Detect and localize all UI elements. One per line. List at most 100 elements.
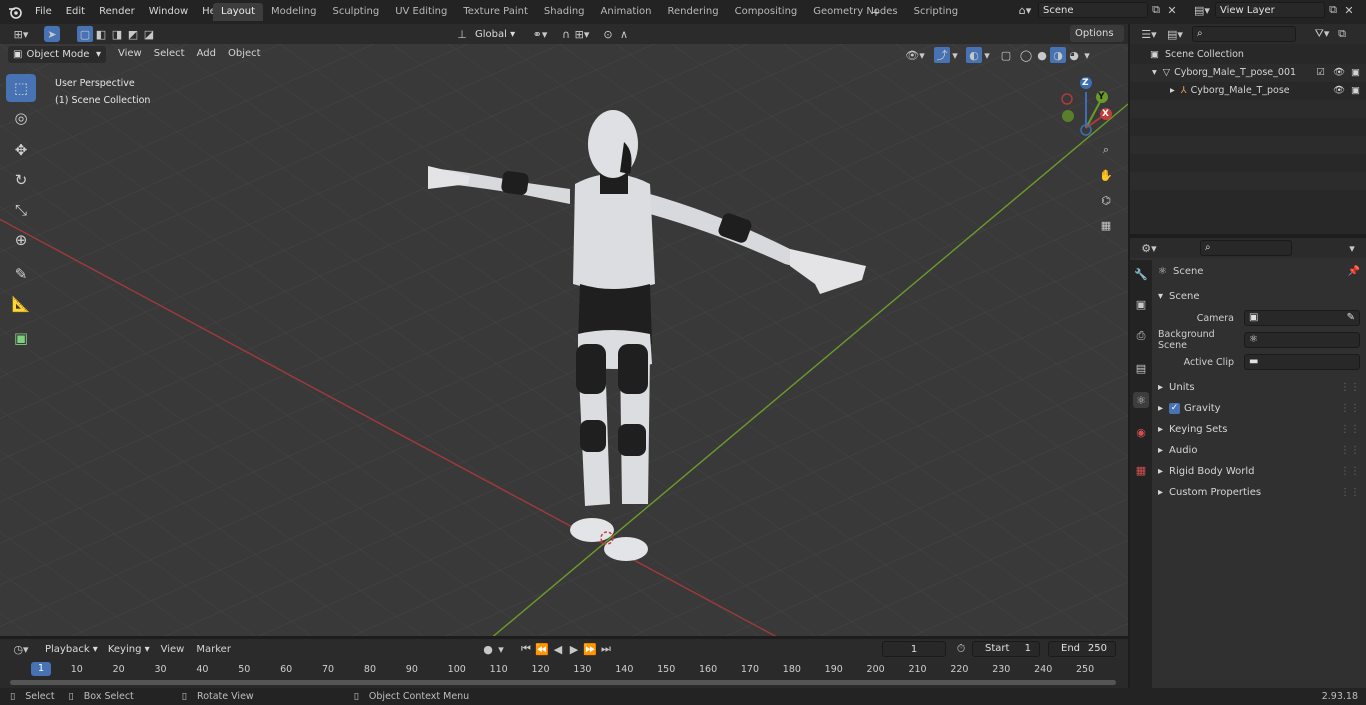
outliner-root[interactable]: ▣ Scene Collection xyxy=(1130,46,1366,64)
transform-tool-icon[interactable]: ⊕ xyxy=(6,226,36,254)
select-menu[interactable]: Select xyxy=(148,48,191,59)
tab-texture-paint[interactable]: Texture Paint xyxy=(455,3,536,21)
active-clip-field[interactable]: ▬ xyxy=(1244,354,1360,370)
scene-name-field[interactable]: Scene xyxy=(1038,2,1148,18)
new-collection-icon[interactable]: ⧉ xyxy=(1334,26,1350,42)
playhead[interactable]: 1 xyxy=(31,662,51,676)
tab-uv-editing[interactable]: UV Editing xyxy=(387,3,455,21)
options-dropdown[interactable]: Options ▾ xyxy=(1070,25,1124,56)
orientation-dropdown[interactable]: Global ▾ xyxy=(470,26,522,43)
tab-scripting[interactable]: Scripting xyxy=(906,3,966,21)
tab-animation[interactable]: Animation xyxy=(593,3,660,21)
tab-shading[interactable]: Shading xyxy=(536,3,593,21)
custom-properties-panel[interactable]: ▸ Custom Properties ⋮⋮ xyxy=(1158,482,1360,503)
orientation-icon[interactable]: ⊥ xyxy=(454,27,470,43)
overlay-toggle-icon[interactable]: ◐ xyxy=(966,47,982,63)
3d-viewport[interactable]: User Perspective (1) Scene Collection Z … xyxy=(0,44,1128,636)
menu-edit[interactable]: Edit xyxy=(59,0,92,24)
tab-rendering[interactable]: Rendering xyxy=(660,3,727,21)
outliner-search-input[interactable]: ⌕ xyxy=(1192,26,1296,42)
delete-view-layer-icon[interactable]: ✕ xyxy=(1341,2,1357,18)
select-box-tool-icon[interactable]: ⬚ xyxy=(6,74,36,102)
tool-tab-icon[interactable]: 🔧 xyxy=(1133,266,1149,282)
new-view-layer-icon[interactable]: ⧉ xyxy=(1325,2,1341,18)
visibility-filter-icon[interactable]: 👁▾ xyxy=(902,47,928,63)
select-invert-icon[interactable]: ◩ xyxy=(125,26,141,42)
wireframe-shading-icon[interactable]: ◯ xyxy=(1018,47,1034,63)
outliner-item[interactable]: ▸ ⅄ Cyborg_Male_T_pose 👁 ▣ xyxy=(1130,82,1366,100)
shading-dropdown-icon[interactable]: ▾ xyxy=(1082,47,1092,63)
properties-search-input[interactable]: ⌕ xyxy=(1200,240,1292,256)
snap-target-icon[interactable]: ⊞▾ xyxy=(574,27,590,43)
camera-icon[interactable]: ▣ xyxy=(1351,64,1360,82)
pin-icon[interactable]: 📌 xyxy=(1348,266,1360,277)
delete-scene-icon[interactable]: ✕ xyxy=(1164,2,1180,18)
overlay-dropdown-icon[interactable]: ▾ xyxy=(982,47,992,63)
falloff-icon[interactable]: ∧ xyxy=(616,27,632,43)
new-scene-icon[interactable]: ⧉ xyxy=(1148,2,1164,18)
add-workspace-icon[interactable]: + xyxy=(868,4,884,20)
view-layer-field[interactable]: View Layer xyxy=(1215,2,1325,18)
tab-layout[interactable]: Layout xyxy=(213,3,263,21)
rotate-tool-icon[interactable]: ↻ xyxy=(6,166,36,194)
select-subtract-icon[interactable]: ◨ xyxy=(109,26,125,42)
rendered-shading-icon[interactable]: ◕ xyxy=(1066,47,1082,63)
eye-icon[interactable]: 👁 xyxy=(1333,64,1345,82)
keying-sets-panel[interactable]: ▸ Keying Sets ⋮⋮ xyxy=(1158,419,1360,440)
camera-icon[interactable]: ▣ xyxy=(1351,82,1360,100)
snap-icon[interactable]: ∩ xyxy=(558,27,574,43)
outliner-editor-icon[interactable]: ☰▾ xyxy=(1136,26,1162,42)
render-tab-icon[interactable]: ▣ xyxy=(1133,296,1149,312)
ortho-grid-icon[interactable]: ▦ xyxy=(1098,217,1114,233)
background-scene-field[interactable]: ⚛ xyxy=(1244,332,1360,348)
select-tool-icon[interactable]: ➤ xyxy=(44,26,60,42)
properties-options-icon[interactable]: ▾ xyxy=(1344,240,1360,256)
scale-tool-icon[interactable]: ⤡ xyxy=(6,196,36,224)
camera-field[interactable]: ▣ ✎ xyxy=(1244,310,1360,326)
tab-sculpting[interactable]: Sculpting xyxy=(325,3,388,21)
blender-logo-icon[interactable] xyxy=(6,4,24,20)
timeline-scrollbar[interactable] xyxy=(10,680,1116,685)
filter-icon[interactable]: ⛛▾ xyxy=(1310,26,1334,42)
gravity-panel[interactable]: ▸ ✓ Gravity ⋮⋮ xyxy=(1158,398,1360,419)
move-tool-icon[interactable]: ✥ xyxy=(6,136,36,164)
tab-modeling[interactable]: Modeling xyxy=(263,3,325,21)
eye-icon[interactable]: 👁 xyxy=(1333,82,1345,100)
add-cube-tool-icon[interactable]: ▣ xyxy=(6,324,36,352)
units-panel[interactable]: ▸ Units ⋮⋮ xyxy=(1158,377,1360,398)
gravity-checkbox-icon[interactable]: ✓ xyxy=(1169,403,1181,414)
expand-icon[interactable]: ▸ xyxy=(1170,82,1175,100)
rigid-body-world-panel[interactable]: ▸ Rigid Body World ⋮⋮ xyxy=(1158,461,1360,482)
view-layer-tab-icon[interactable]: ▤ xyxy=(1133,360,1149,376)
pan-hand-icon[interactable]: ✋ xyxy=(1098,167,1114,183)
object-menu[interactable]: Object xyxy=(222,48,267,59)
checkbox-icon[interactable]: ☑ xyxy=(1316,64,1325,82)
audio-panel[interactable]: ▸ Audio ⋮⋮ xyxy=(1158,440,1360,461)
pivot-icon[interactable]: ⚭▾ xyxy=(532,27,548,43)
material-shading-icon[interactable]: ◑ xyxy=(1050,47,1066,63)
scene-tab-icon[interactable]: ⚛ xyxy=(1133,392,1149,408)
editor-type-icon[interactable]: ⊞▾ xyxy=(8,26,34,42)
expand-icon[interactable]: ▾ xyxy=(1152,64,1157,82)
eyedropper-icon[interactable]: ✎ xyxy=(1347,310,1355,326)
view-menu[interactable]: View xyxy=(112,48,148,59)
proportional-edit-icon[interactable]: ⊙ xyxy=(600,27,616,43)
gizmo-toggle-icon[interactable]: ⤴ xyxy=(934,47,950,63)
view-layer-icon[interactable]: ▤▾ xyxy=(1189,2,1215,18)
output-tab-icon[interactable]: ⎙ xyxy=(1133,328,1149,344)
solid-shading-icon[interactable]: ● xyxy=(1034,47,1050,63)
outliner-item[interactable]: ▾ ▽ Cyborg_Male_T_pose_001 ☑ 👁 ▣ xyxy=(1130,64,1366,82)
menu-render[interactable]: Render xyxy=(92,0,142,24)
texture-tab-icon[interactable]: ▦ xyxy=(1133,462,1149,478)
mode-dropdown[interactable]: ▣ Object Mode ▾ xyxy=(8,46,106,63)
measure-tool-icon[interactable]: 📐 xyxy=(6,290,36,318)
menu-window[interactable]: Window xyxy=(142,0,195,24)
menu-file[interactable]: File xyxy=(28,0,59,24)
properties-editor-icon[interactable]: ⚙▾ xyxy=(1136,240,1162,256)
select-new-icon[interactable]: ▢ xyxy=(77,26,93,42)
zoom-icon[interactable]: ⌕ xyxy=(1098,142,1114,158)
display-mode-icon[interactable]: ▤▾ xyxy=(1162,26,1188,42)
scene-panel-header[interactable]: ▾ Scene xyxy=(1158,286,1360,307)
xray-icon[interactable]: ▢ xyxy=(998,47,1014,63)
gizmo-dropdown-icon[interactable]: ▾ xyxy=(950,47,960,63)
